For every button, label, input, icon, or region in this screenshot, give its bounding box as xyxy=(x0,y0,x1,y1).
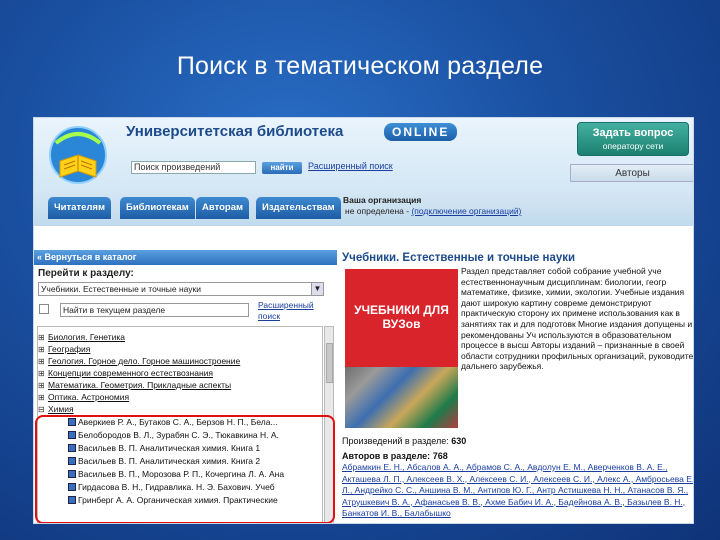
search-input[interactable]: Поиск произведений xyxy=(131,161,256,174)
tab-publishers[interactable]: Издательствам xyxy=(256,197,341,219)
tree-item-label: Концепции современного естествознания xyxy=(48,368,213,378)
section-search-input[interactable]: Найти в текущем разделе xyxy=(60,303,249,317)
advanced-search-small-link[interactable]: Расширенный поиск xyxy=(258,300,328,322)
back-to-catalog-link[interactable]: « Вернуться в каталог xyxy=(34,250,337,265)
authors-count: Авторов в разделе: 768 xyxy=(342,451,448,461)
section-search-checkbox[interactable] xyxy=(39,304,49,314)
authors-list[interactable]: Абрамкин Е. Н., Абсалов А. А., Абрамов С… xyxy=(342,462,693,520)
section-cover-image: УЧЕБНИКИ ДЛЯ ВУЗов xyxy=(345,269,458,428)
tab-authors-header[interactable]: Авторы xyxy=(570,164,693,182)
connect-organization-link[interactable]: (подключение организаций) xyxy=(411,206,521,216)
goto-section-label: Перейти к разделу: xyxy=(38,268,134,279)
library-logo-icon xyxy=(49,126,107,184)
ask-question-subtitle: оператору сети xyxy=(602,141,664,151)
highlight-frame xyxy=(35,415,335,523)
tree-item[interactable]: ⊟ Химия xyxy=(38,403,74,415)
tree-item[interactable]: ⊞ Концепции современного естествознания xyxy=(38,367,213,379)
slide-title: Поиск в тематическом разделе xyxy=(176,52,544,80)
works-count-label: Произведений в разделе: xyxy=(342,436,449,446)
tree-item-label: Оптика. Астрономия xyxy=(48,392,130,402)
online-badge: ONLINE xyxy=(384,123,458,141)
tree-item-label: Геология. Горное дело. Горное машиностро… xyxy=(48,356,241,366)
right-panel: Учебники. Естественные и точные науки УЧ… xyxy=(339,226,694,523)
advanced-search-link[interactable]: Расширенный поиск xyxy=(308,161,393,171)
chevron-down-icon[interactable]: ▼ xyxy=(311,283,323,295)
tab-libraries[interactable]: Библиотекам xyxy=(120,197,195,219)
cover-text: УЧЕБНИКИ ДЛЯ ВУЗов xyxy=(354,303,449,331)
tree-item[interactable]: ⊞ Математика. Геометрия. Прикладные аспек… xyxy=(38,379,231,391)
tree-item[interactable]: ⊞ Биология. Генетика xyxy=(38,331,125,343)
works-count: Произведений в разделе: 630 xyxy=(342,436,466,446)
section-title: Учебники. Естественные и точные науки xyxy=(342,252,576,264)
tree-item-label: Математика. Геометрия. Прикладные аспект… xyxy=(48,380,232,390)
cover-books-image xyxy=(345,367,458,428)
tree-item-label: Химия xyxy=(48,404,74,414)
tab-readers[interactable]: Читателям xyxy=(48,197,111,219)
tree-item-label: Биология. Генетика xyxy=(48,332,125,342)
tree-item[interactable]: ⊞ Геология. Горное дело. Горное машиностр… xyxy=(38,355,240,367)
library-title: Университетская библиотека xyxy=(126,123,344,140)
authors-count-label: Авторов в разделе: xyxy=(342,451,431,461)
works-count-value: 630 xyxy=(451,436,467,446)
section-select[interactable]: Учебники. Естественные и точные науки ▼ xyxy=(38,282,324,296)
scrollbar-thumb[interactable] xyxy=(326,343,333,383)
organization-label: Ваша организация xyxy=(343,195,422,205)
organization-status: не определена - xyxy=(345,206,412,216)
search-button[interactable]: найти xyxy=(262,162,302,174)
tree-item-label: География xyxy=(48,344,91,354)
section-select-value: Учебники. Естественные и точные науки xyxy=(41,284,201,294)
screenshot-frame: Университетская библиотека ONLINE Поиск … xyxy=(33,117,694,524)
authors-count-value: 768 xyxy=(432,451,448,461)
ask-question-button[interactable]: Задать вопрос оператору сети xyxy=(577,122,689,156)
ask-question-title: Задать вопрос xyxy=(592,127,674,139)
site-header: Университетская библиотека ONLINE Поиск … xyxy=(34,118,693,192)
tab-authors[interactable]: Авторам xyxy=(196,197,250,219)
organization-value: не определена - (подключение организаций… xyxy=(345,206,521,216)
tree-item[interactable]: ⊞ Оптика. Астрономия xyxy=(38,391,129,403)
nav-bar: Читателям Библиотекам Авторам Издательст… xyxy=(34,192,693,226)
section-description: Раздел представляет собой собрание учебн… xyxy=(461,266,694,372)
tree-item[interactable]: ⊞ География xyxy=(38,343,90,355)
